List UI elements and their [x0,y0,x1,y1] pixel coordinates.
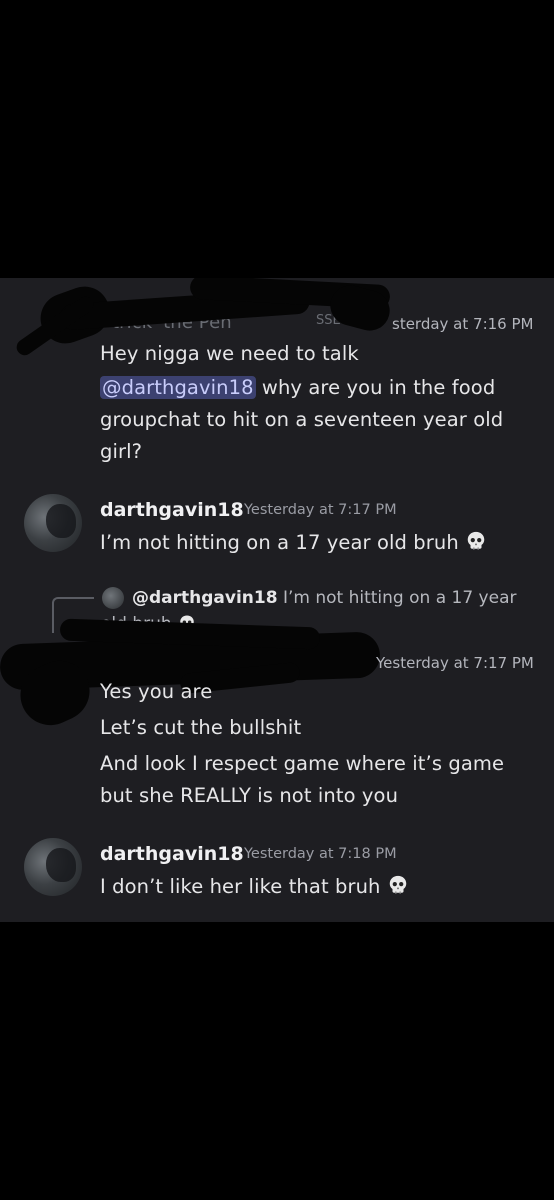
reply-preview-line1[interactable]: @darthgavin18 I’m not hitting on a 17 ye… [132,588,516,608]
chat-screenshot: trick 'the Pen SSE sterday at 7:16 PM He… [0,278,554,922]
reply-avatar [102,587,124,609]
message1-line1: Hey nigga we need to talk [100,342,359,365]
user-avatar[interactable] [24,494,82,552]
reply-username: @darthgavin18 [132,588,278,608]
message1-line4: girl? [100,440,143,463]
skull-emoji-icon [467,531,485,550]
message2-username[interactable]: darthgavin18 [100,499,244,521]
message3-line1: Yes you are [100,680,213,703]
message1-timestamp: sterday at 7:16 PM [392,315,534,333]
message1-line2: @darthgavin18 why are you in the food [100,376,496,399]
message4-timestamp: Yesterday at 7:18 PM [244,846,397,862]
message3-timestamp: Yesterday at 7:17 PM [376,654,534,672]
message4-username[interactable]: darthgavin18 [100,843,244,865]
user-avatar[interactable] [24,838,82,896]
message3-line2: Let’s cut the bullshit [100,716,302,739]
message3-line4: but she REALLY is not into you [100,784,399,807]
message3-line3: And look I respect game where it’s game [100,752,505,775]
skull-emoji-icon [389,875,406,894]
user-mention[interactable]: @darthgavin18 [100,376,256,399]
message2-text: I’m not hitting on a 17 year old bruh [100,530,487,554]
message4-text: I don’t like her like that bruh [100,874,409,898]
message2-timestamp: Yesterday at 7:17 PM [244,502,397,518]
message1-line3: groupchat to hit on a seventeen year old [100,408,504,431]
